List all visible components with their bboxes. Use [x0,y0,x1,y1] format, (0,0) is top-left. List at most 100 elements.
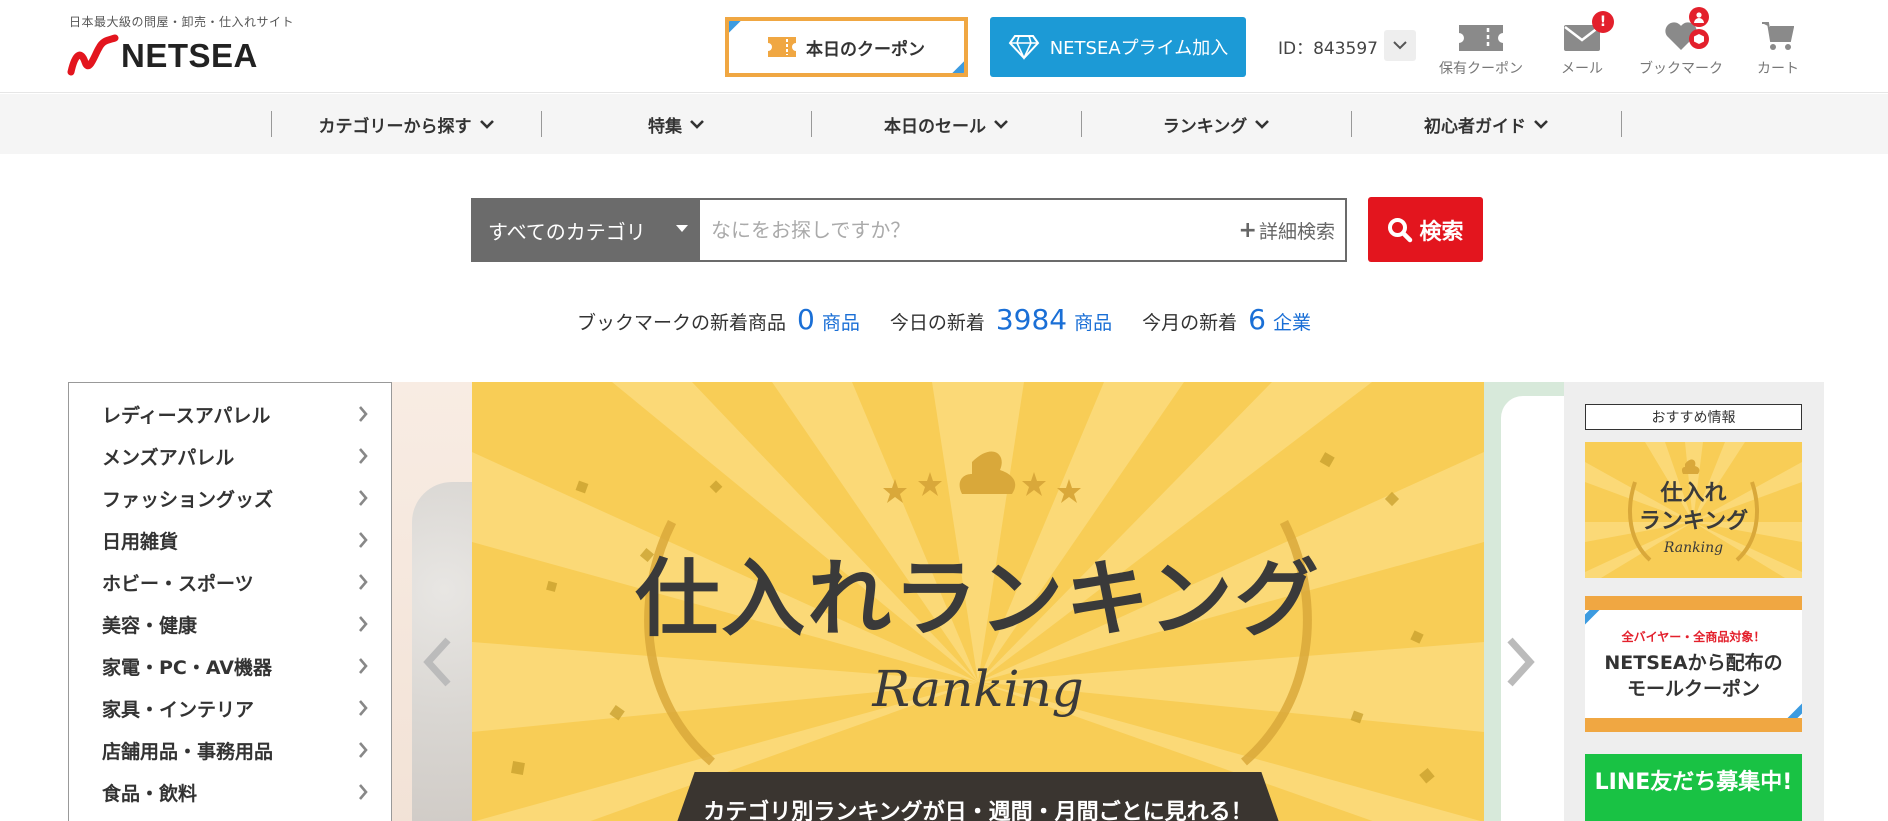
nav-features[interactable]: 特集 [541,110,811,138]
cart-label: カート [1757,61,1799,77]
nav-label: カテゴリーから探す [318,116,472,137]
carousel-prev-arrow-icon[interactable] [418,632,458,692]
mall-coupon-title-text: NETSEAから配布の モールクーポン [1604,652,1783,700]
hero-carousel: 仕入れランキング Ranking カテゴリ別ランキングが日・週間・月間ごとに見れ… [392,382,1564,821]
category-item-store-office-supplies[interactable]: 店舗用品・事務用品 [69,729,391,771]
chevron-right-icon [359,448,368,464]
site-tagline: 日本最大級の問屋・卸売・仕入れサイト [69,15,295,29]
main-nav: カテゴリーから探す 特集 本日のセール ランキング 初心者ガイド [0,94,1888,154]
category-item-daily-goods[interactable]: 日用雑貨 [69,519,391,561]
nav-todays-sale[interactable]: 本日のセール [811,110,1081,138]
stat-label: 今日の新着 [889,312,985,334]
line-friends-title: LINE友だち募集中! [1594,770,1793,795]
next-slide-peek[interactable] [1484,382,1564,821]
chevron-right-icon [359,406,368,422]
search-category-label: すべてのカテゴリ [488,219,646,244]
nav-ranking[interactable]: ランキング [1081,110,1351,138]
banner-stripe-decoration [1774,698,1802,718]
nav-label: 初心者ガイド [1424,116,1526,137]
category-label: メンズアパレル [102,446,235,469]
mail-label: メール [1561,61,1603,77]
chevron-down-icon [690,120,704,129]
bookmark-shop-badge [1689,29,1709,49]
cart-icon [1762,22,1794,50]
search-button[interactable]: 検索 [1368,197,1483,262]
stat-value: 0 [797,303,815,336]
cart-link[interactable]: カート [1740,17,1816,81]
held-coupons-link[interactable]: 保有クーポン [1439,17,1523,81]
category-item-food-drink[interactable]: 食品・飲料 [69,771,391,813]
stat-unit: 企業 [1272,312,1311,334]
advanced-search-link[interactable]: + 詳細検索 [1239,217,1345,244]
carousel-next-arrow-icon[interactable] [1500,632,1540,692]
stat-unit: 商品 [821,312,860,334]
coupon-button-label: 本日のクーポン [806,39,925,60]
recommended-sidebar: おすすめ情報 仕入れ ランキング Ranking 全バイヤー・全商品対象！ NE… [1564,382,1824,821]
chevron-down-icon [1534,120,1548,129]
search-icon [1388,217,1413,242]
category-item-electronics[interactable]: 家電・PC・AV機器 [69,645,391,687]
category-item-furniture-interior[interactable]: 家具・インテリア [69,687,391,729]
chevron-down-icon [1255,120,1270,129]
coupon-icon-wrap [1459,17,1503,51]
coupon-stripe-decoration [927,54,964,73]
previous-slide-peek[interactable] [392,382,492,821]
advanced-search-label: 詳細検索 [1258,220,1335,243]
netsea-logo-mark-icon [67,34,119,76]
bookmark-new-stat[interactable]: ブックマークの新着商品 0 商品 [577,303,860,336]
today-new-stat[interactable]: 今日の新着 3984 商品 [890,303,1112,336]
category-label: 食品・飲料 [102,782,198,805]
search-category-select[interactable]: すべてのカテゴリ [471,198,700,262]
month-new-stat[interactable]: 今月の新着 6 企業 [1142,303,1311,336]
cart-icon-wrap [1756,17,1800,51]
category-label: 店舗用品・事務用品 [102,740,274,763]
bookmark-icon-wrap [1659,7,1709,51]
category-label: ホビー・スポーツ [102,572,254,595]
account-dropdown-button[interactable] [1384,30,1416,61]
box-icon [1694,34,1704,44]
netsea-logo[interactable]: NETSEA [67,34,258,78]
todays-coupon-button[interactable]: 本日のクーポン [725,17,968,77]
category-item-ladies-apparel[interactable]: レディースアパレル [69,393,391,435]
mall-coupon-title: NETSEAから配布の モールクーポン [1585,650,1802,702]
mail-icon-wrap: ! [1560,11,1614,51]
category-item-beauty-health[interactable]: 美容・健康 [69,603,391,645]
mail-link[interactable]: ! メール [1544,11,1620,81]
prime-join-button[interactable]: NETSEAプライム加入 [990,17,1246,77]
search-input[interactable] [700,200,1239,260]
line-friends-banner[interactable]: LINE友だち募集中! [1585,754,1802,821]
bookmark-user-badge [1689,7,1709,27]
category-label: 美容・健康 [102,614,198,637]
chevron-down-icon [479,120,494,129]
next-slide-card [1501,396,1564,821]
diamond-icon [1008,35,1039,60]
category-item-fashion-goods[interactable]: ファッショングッズ [69,477,391,519]
chevron-down-icon [1393,41,1407,50]
recommended-title: おすすめ情報 [1585,404,1802,430]
category-label: 家具・インテリア [102,698,255,721]
ranking-banner-slide[interactable]: 仕入れランキング Ranking カテゴリ別ランキングが日・週間・月間ごとに見れ… [472,382,1484,821]
search-button-label: 検索 [1419,219,1464,245]
chevron-down-icon [994,120,1008,129]
stat-label: 今月の新着 [1142,312,1238,334]
category-menu: レディースアパレル メンズアパレル ファッショングッズ 日用雑貨 ホビー・スポー… [68,382,392,821]
stat-label: ブックマークの新着商品 [576,312,786,334]
nav-categories[interactable]: カテゴリーから探す [271,110,541,138]
held-coupons-label: 保有クーポン [1439,61,1523,77]
ranking-side-subtitle: Ranking [1663,540,1724,556]
ranking-side-title: 仕入れ ランキング [1585,480,1802,536]
chevron-right-icon [359,784,368,800]
category-item-hobby-sports[interactable]: ホビー・スポーツ [69,561,391,603]
bookmark-link[interactable]: ブックマーク [1639,7,1723,81]
nav-beginner-guide[interactable]: 初心者ガイド [1351,110,1621,138]
mall-coupon-banner[interactable]: 全バイヤー・全商品対象！ NETSEAから配布の モールクーポン [1585,596,1802,732]
nav-label: 特集 [648,116,682,137]
carousel-title: 仕入れランキング [635,550,1321,648]
ranking-side-banner[interactable]: 仕入れ ランキング Ranking [1585,442,1802,578]
new-arrivals-stats: ブックマークの新着商品 0 商品 今日の新着 3984 商品 今月の新着 6 企… [0,303,1888,336]
category-item-mens-apparel[interactable]: メンズアパレル [69,435,391,477]
ticket-icon [768,37,796,57]
coupon-icon [1459,25,1503,51]
carousel-subtitle: Ranking [872,660,1084,718]
coupon-stripe-decoration [729,21,766,40]
